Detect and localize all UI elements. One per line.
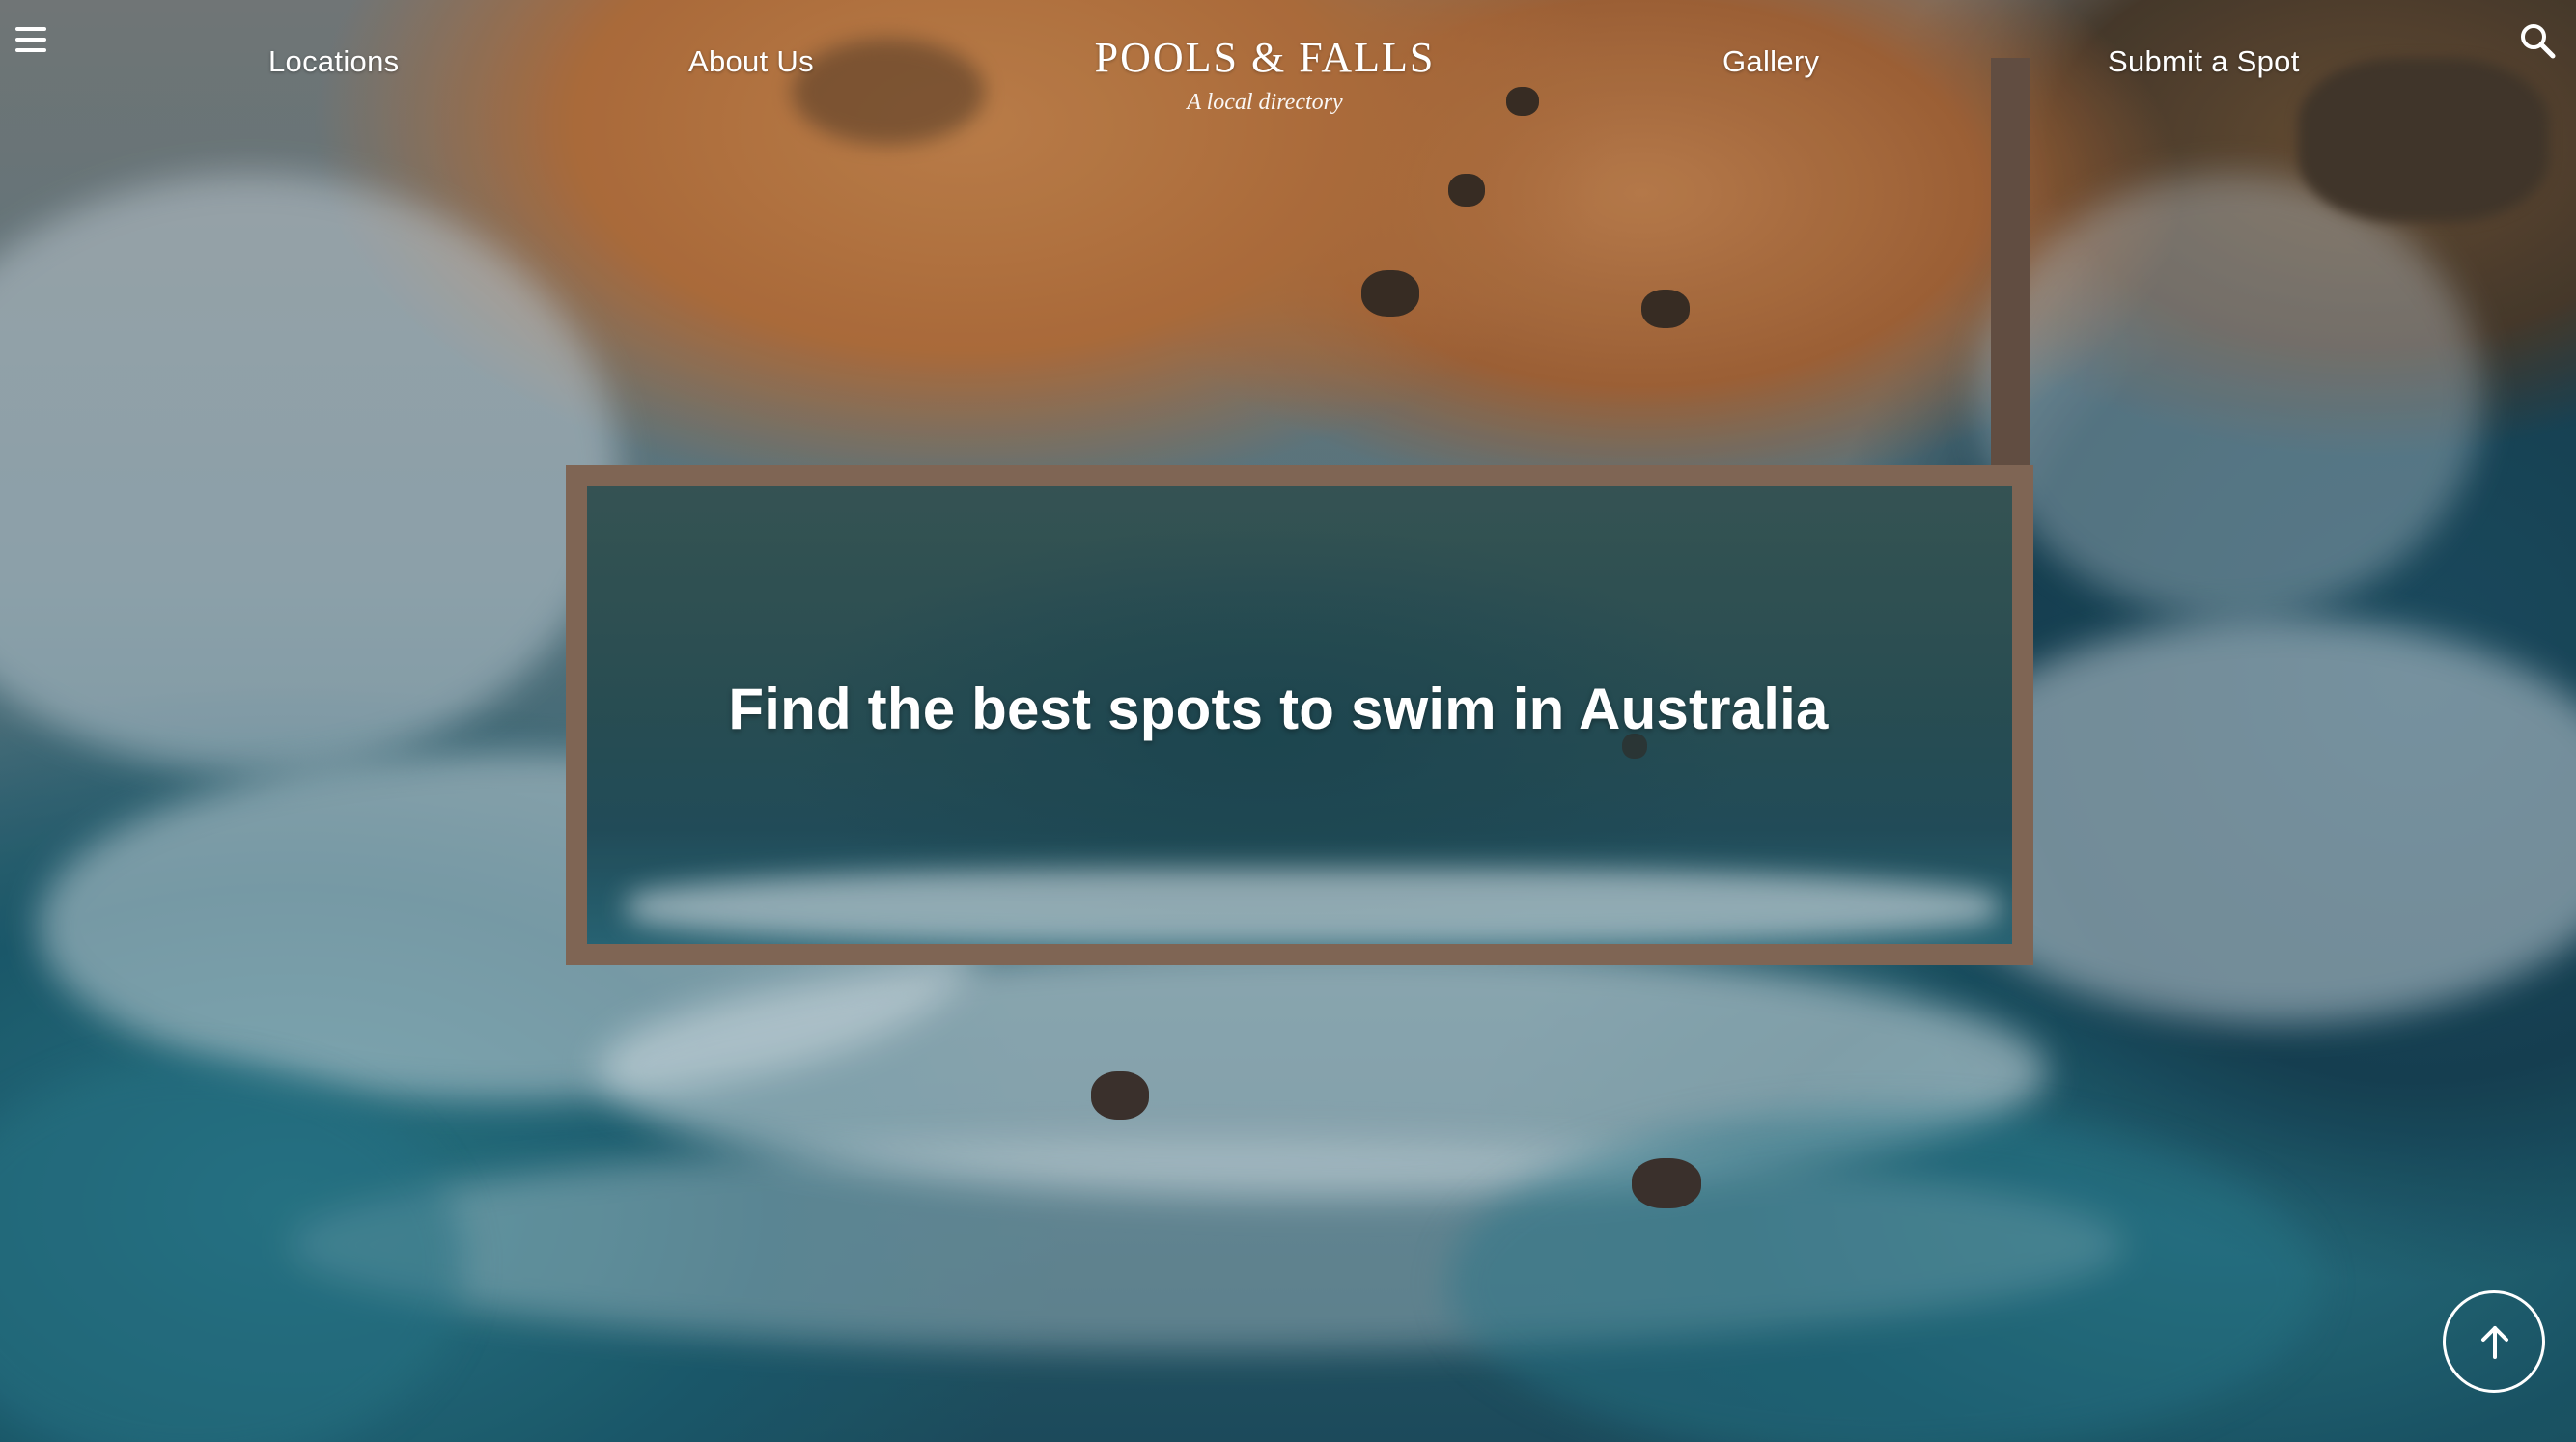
logo-subtitle: A local directory <box>1187 90 1343 115</box>
hero-headline: Find the best spots to swim in Australia <box>0 676 2576 742</box>
nav-link-locations[interactable]: Locations <box>268 44 399 79</box>
nav-link-submit-a-spot[interactable]: Submit a Spot <box>2108 44 2300 79</box>
nav-link-gallery[interactable]: Gallery <box>1722 44 1819 79</box>
arrow-up-icon <box>2481 1326 2508 1359</box>
site-logo[interactable]: POOLS & FALLS A local directory <box>1062 33 1468 116</box>
hero-headline-text: Find the best spots to swim in Australia <box>728 677 1829 741</box>
menu-bar <box>15 48 46 52</box>
menu-bar <box>15 38 46 42</box>
nav-link-about-us[interactable]: About Us <box>688 44 814 79</box>
hamburger-menu-icon[interactable] <box>15 27 46 52</box>
search-icon[interactable] <box>2518 21 2557 60</box>
logo-title: POOLS & FALLS <box>1094 34 1436 81</box>
menu-bar <box>15 27 46 31</box>
back-to-top-button[interactable] <box>2443 1290 2545 1393</box>
